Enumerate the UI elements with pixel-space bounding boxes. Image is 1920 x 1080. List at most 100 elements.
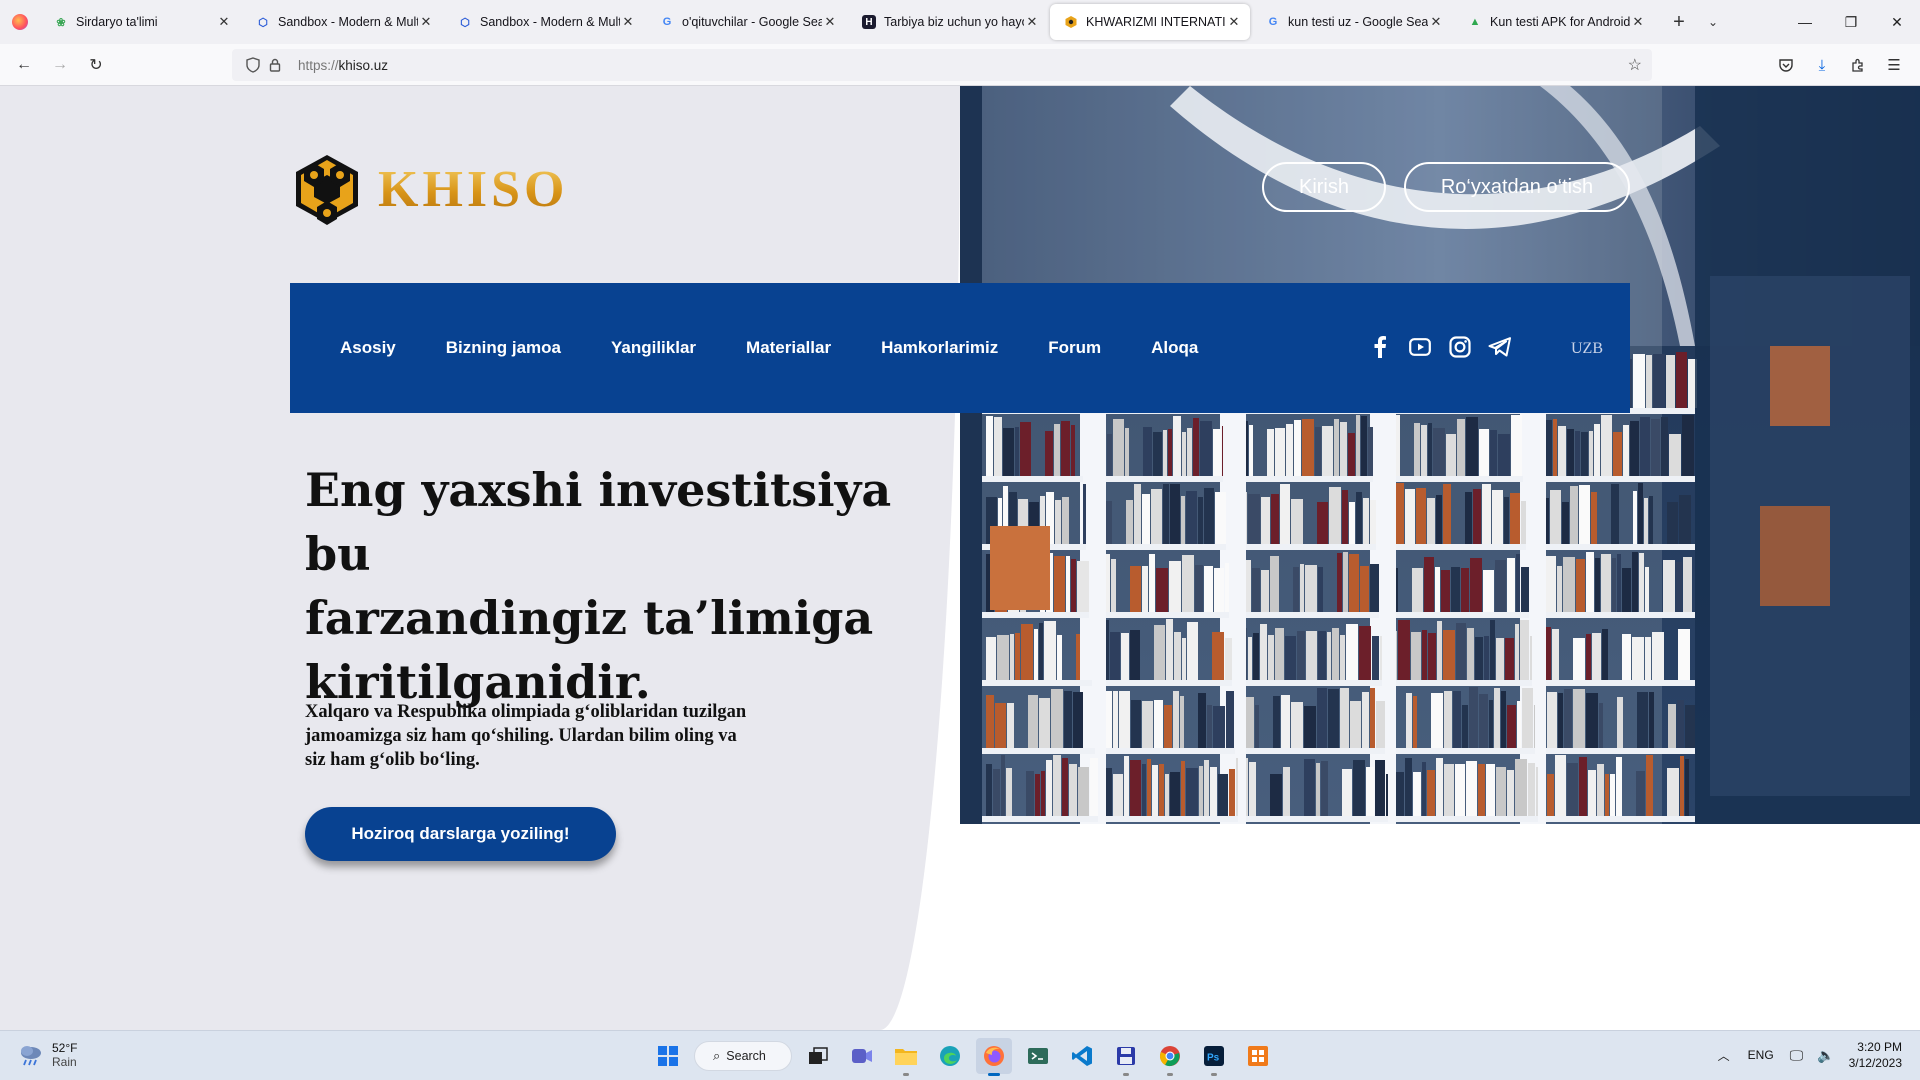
google-icon: G xyxy=(662,16,672,28)
tab-sandbox-1[interactable]: ⬡ Sandbox - Modern & Multi ✕ xyxy=(242,4,442,40)
tab-google-search-2[interactable]: G kun testi uz - Google Search ✕ xyxy=(1252,4,1452,40)
address-bar[interactable]: https://khiso.uz ☆ xyxy=(232,49,1652,81)
close-tab-icon[interactable]: ✕ xyxy=(1226,14,1242,30)
office-app-icon[interactable] xyxy=(1240,1038,1276,1074)
nav-item-hamkorlarimiz[interactable]: Hamkorlarimiz xyxy=(881,338,998,358)
close-tab-icon[interactable]: ✕ xyxy=(1024,14,1040,30)
nav-item-bizning-jamoa[interactable]: Bizning jamoa xyxy=(446,338,561,358)
hexagon-icon: ⬡ xyxy=(460,16,470,29)
bookmark-star-icon[interactable]: ☆ xyxy=(1628,55,1642,75)
h-logo-icon: H xyxy=(862,15,876,29)
list-all-tabs-icon[interactable]: ⌄ xyxy=(1696,5,1730,39)
nav-item-materiallar[interactable]: Materiallar xyxy=(746,338,831,358)
hero-title: Eng yaxshi investitsiya bu farzandingiz … xyxy=(305,458,945,714)
weather-condition: Rain xyxy=(52,1055,77,1069)
close-tab-icon[interactable]: ✕ xyxy=(822,14,838,30)
new-tab-icon[interactable]: + xyxy=(1662,5,1696,39)
save-app-icon[interactable] xyxy=(1108,1038,1144,1076)
enroll-cta-button[interactable]: Hoziroq darslarga yoziling! xyxy=(305,807,616,861)
social-links xyxy=(1368,335,1512,359)
taskbar-apps: ⌕ Search Ps xyxy=(650,1038,1276,1076)
hero-title-line: farzandingiz ta’limiga xyxy=(305,591,874,645)
hamburger-menu-icon[interactable]: ☰ xyxy=(1876,49,1912,81)
minimize-icon[interactable]: — xyxy=(1782,0,1828,44)
close-tab-icon[interactable]: ✕ xyxy=(1428,14,1444,30)
vscode-icon[interactable] xyxy=(1064,1038,1100,1074)
tab-khwarizmi[interactable]: KHWARIZMI INTERNATION ✕ xyxy=(1050,4,1250,40)
teams-icon[interactable] xyxy=(844,1038,880,1074)
extensions-icon[interactable] xyxy=(1840,49,1876,81)
clock[interactable]: 3:20 PM 3/12/2023 xyxy=(1849,1039,1902,1071)
rain-cloud-icon xyxy=(21,1046,41,1066)
search-icon: ⌕ xyxy=(713,1048,721,1063)
clock-time: 3:20 PM xyxy=(1857,1040,1902,1054)
tab-google-search-1[interactable]: G o'qituvchilar - Google Searc ✕ xyxy=(646,4,846,40)
logo-text: KHISO xyxy=(378,160,569,218)
url-host: khiso.uz xyxy=(338,57,389,73)
terminal-icon[interactable] xyxy=(1020,1038,1056,1074)
nav-item-forum[interactable]: Forum xyxy=(1048,338,1101,358)
downloads-icon[interactable]: ⤓ xyxy=(1804,49,1840,81)
tab-apk[interactable]: ▲ Kun testi APK for Android D ✕ xyxy=(1454,4,1654,40)
nav-item-yangiliklar[interactable]: Yangiliklar xyxy=(611,338,696,358)
auth-buttons: Kirish Ro‘yxatdan o‘tish xyxy=(1262,162,1630,212)
tab-title: Sandbox - Modern & Multi xyxy=(278,15,418,29)
firefox-icon[interactable] xyxy=(976,1038,1012,1076)
close-tab-icon[interactable]: ✕ xyxy=(216,14,232,30)
screen: ❀ Sirdaryo ta'limi ✕ ⬡ Sandbox - Modern … xyxy=(0,0,1920,1080)
register-button[interactable]: Ro‘yxatdan o‘tish xyxy=(1404,162,1630,212)
forward-icon[interactable]: → xyxy=(42,49,78,81)
nav-item-asosiy[interactable]: Asosiy xyxy=(340,338,396,358)
edge-icon[interactable] xyxy=(932,1038,968,1074)
back-icon[interactable]: ← xyxy=(6,49,42,81)
facebook-icon[interactable] xyxy=(1368,335,1392,359)
firefox-menu-icon[interactable] xyxy=(0,0,40,44)
logo-hexagon-icon xyxy=(296,155,358,225)
telegram-icon[interactable] xyxy=(1488,335,1512,359)
url-scheme: https:// xyxy=(298,57,339,73)
hero-subtitle-line: jamoamizga siz ham qo‘shiling. Ulardan b… xyxy=(305,726,737,746)
network-icon[interactable]: 🖵 xyxy=(1790,1047,1804,1064)
search-label: Search xyxy=(726,1049,766,1063)
close-tab-icon[interactable]: ✕ xyxy=(620,14,636,30)
system-tray: ︿ ENG 🖵 🔈 3:20 PM 3/12/2023 xyxy=(1718,1039,1902,1071)
start-icon[interactable] xyxy=(650,1038,686,1074)
task-view-icon[interactable] xyxy=(800,1038,836,1074)
lock-icon[interactable] xyxy=(264,54,286,76)
tab-title: o'qituvchilar - Google Searc xyxy=(682,15,822,29)
tab-title: Sirdaryo ta'limi xyxy=(76,15,158,29)
weather-widget[interactable]: 52°F Rain xyxy=(18,1041,77,1069)
windows-taskbar: 52°F Rain ⌕ Search Ps ︿ ENG 🖵 🔈 3:20 PM … xyxy=(0,1030,1920,1080)
shield-icon[interactable] xyxy=(242,54,264,76)
instagram-icon[interactable] xyxy=(1448,335,1472,359)
youtube-icon[interactable] xyxy=(1408,335,1432,359)
hero-subtitle-line: siz ham g‘olib bo‘ling. xyxy=(305,750,480,770)
main-navigation: Asosiy Bizning jamoa Yangiliklar Materia… xyxy=(290,283,1630,413)
browser-tab-strip: ❀ Sirdaryo ta'limi ✕ ⬡ Sandbox - Modern … xyxy=(0,0,1920,44)
login-button[interactable]: Kirish xyxy=(1262,162,1386,212)
show-hidden-icons-icon[interactable]: ︿ xyxy=(1718,1047,1730,1064)
tab-tarbiya[interactable]: H Tarbiya biz uchun yo hayot ✕ xyxy=(848,4,1048,40)
close-tab-icon[interactable]: ✕ xyxy=(1630,14,1646,30)
tab-title: KHWARIZMI INTERNATION xyxy=(1086,15,1226,29)
nav-item-aloqa[interactable]: Aloqa xyxy=(1151,338,1198,358)
language-selector[interactable]: UZB xyxy=(1571,340,1603,358)
hexagon-icon: ⬡ xyxy=(258,16,268,29)
chrome-icon[interactable] xyxy=(1152,1038,1188,1076)
input-language[interactable]: ENG xyxy=(1748,1048,1774,1062)
tab-title: Kun testi APK for Android D xyxy=(1490,15,1630,29)
url-text: https://khiso.uz xyxy=(298,58,388,73)
file-explorer-icon[interactable] xyxy=(888,1038,924,1076)
restore-icon[interactable]: ❐ xyxy=(1828,0,1874,44)
photoshop-icon[interactable]: Ps xyxy=(1196,1038,1232,1076)
taskbar-search[interactable]: ⌕ Search xyxy=(694,1041,792,1071)
tab-title: Sandbox - Modern & Multi xyxy=(480,15,620,29)
close-tab-icon[interactable]: ✕ xyxy=(418,14,434,30)
pocket-icon[interactable] xyxy=(1768,49,1804,81)
tab-sirdaryo[interactable]: ❀ Sirdaryo ta'limi ✕ xyxy=(40,4,240,40)
tab-sandbox-2[interactable]: ⬡ Sandbox - Modern & Multi ✕ xyxy=(444,4,644,40)
close-window-icon[interactable]: ✕ xyxy=(1874,0,1920,44)
volume-icon[interactable]: 🔈 xyxy=(1817,1047,1834,1064)
khiso-logo[interactable]: KHISO xyxy=(290,151,569,227)
reload-icon[interactable]: ↻ xyxy=(78,49,114,81)
